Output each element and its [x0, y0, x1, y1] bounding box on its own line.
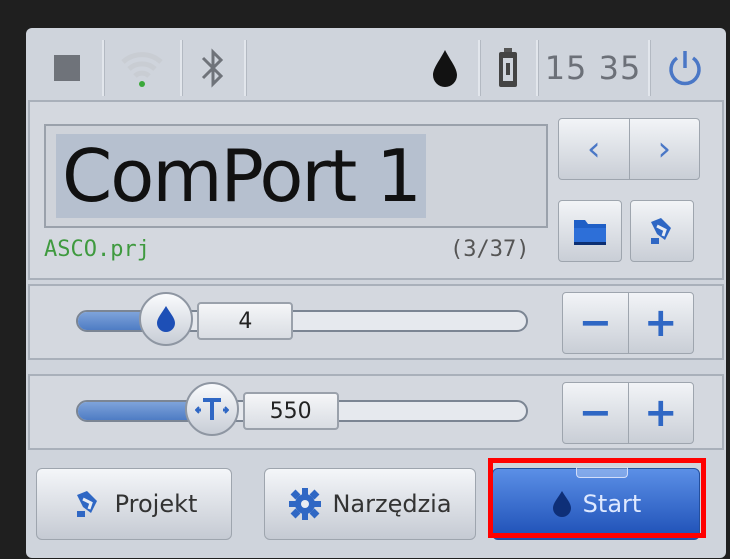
wifi-status	[104, 40, 182, 96]
project-button-label: Projekt	[114, 490, 198, 518]
battery-status	[480, 40, 538, 96]
edit-project-button[interactable]	[630, 200, 694, 262]
stop-button[interactable]	[32, 40, 104, 96]
edit-icon	[651, 218, 671, 244]
power-button[interactable]	[650, 40, 720, 96]
temperature-decrease-button[interactable]: −	[563, 383, 628, 443]
ink-value: 4	[197, 302, 294, 340]
stop-icon	[54, 55, 80, 81]
bluetooth-status	[182, 40, 246, 96]
project-button[interactable]: Projekt	[36, 468, 232, 540]
ink-increase-button[interactable]: +	[627, 293, 694, 353]
start-tab-notch	[576, 467, 628, 478]
status-bar: 15 35	[32, 32, 720, 104]
open-folder-button[interactable]	[558, 200, 622, 262]
port-name: ComPort 1	[56, 134, 426, 218]
clock: 15 35	[538, 40, 650, 96]
start-button[interactable]: Start	[492, 467, 700, 540]
project-counter: (3/37)	[450, 237, 530, 262]
ink-decrease-button[interactable]: −	[563, 293, 628, 353]
power-icon	[669, 51, 701, 86]
folder-icon	[574, 220, 606, 245]
temperature-value: 550	[242, 392, 339, 430]
device-screen: 15 35 ComPort 1 ASCO.prj (3/37) ‹ › 4 − …	[26, 28, 726, 558]
wifi-icon	[121, 52, 163, 87]
chevron-left-icon: ‹	[586, 129, 601, 169]
temperature-increase-button[interactable]: +	[627, 383, 694, 443]
ink-drop-icon	[157, 306, 176, 332]
minus-icon: −	[578, 300, 612, 346]
ink-status	[412, 40, 480, 96]
tools-button-label: Narzędzia	[332, 490, 452, 518]
plus-icon: +	[643, 300, 678, 346]
tools-button[interactable]: Narzędzia	[264, 468, 476, 540]
temperature-slider-handle[interactable]	[184, 382, 239, 436]
battery-icon	[499, 48, 517, 87]
project-panel: ComPort 1 ASCO.prj (3/37) ‹ ›	[28, 100, 724, 280]
chevron-right-icon: ›	[657, 129, 672, 169]
temperature-slider-panel: 550 − +	[28, 374, 724, 450]
ink-stepper: − +	[562, 292, 694, 354]
start-button-label: Start	[582, 490, 642, 518]
project-file-name: ASCO.prj	[44, 237, 150, 262]
ink-drop-icon	[433, 50, 457, 87]
bluetooth-icon	[201, 48, 224, 88]
project-navigation: ‹ ›	[558, 118, 700, 180]
minus-icon: −	[578, 390, 612, 436]
port-display[interactable]: ComPort 1	[44, 124, 548, 228]
previous-button[interactable]: ‹	[559, 119, 629, 179]
edit-icon	[76, 491, 97, 517]
ink-slider-handle[interactable]	[139, 292, 194, 346]
ink-slider-panel: 4 − +	[28, 284, 724, 360]
next-button[interactable]: ›	[628, 119, 700, 179]
plus-icon: +	[643, 390, 678, 436]
temperature-icon	[194, 398, 229, 420]
clock-text: 15 35	[544, 49, 642, 87]
ink-drop-icon	[552, 491, 571, 517]
gear-icon	[289, 488, 322, 520]
temperature-stepper: − +	[562, 382, 694, 444]
